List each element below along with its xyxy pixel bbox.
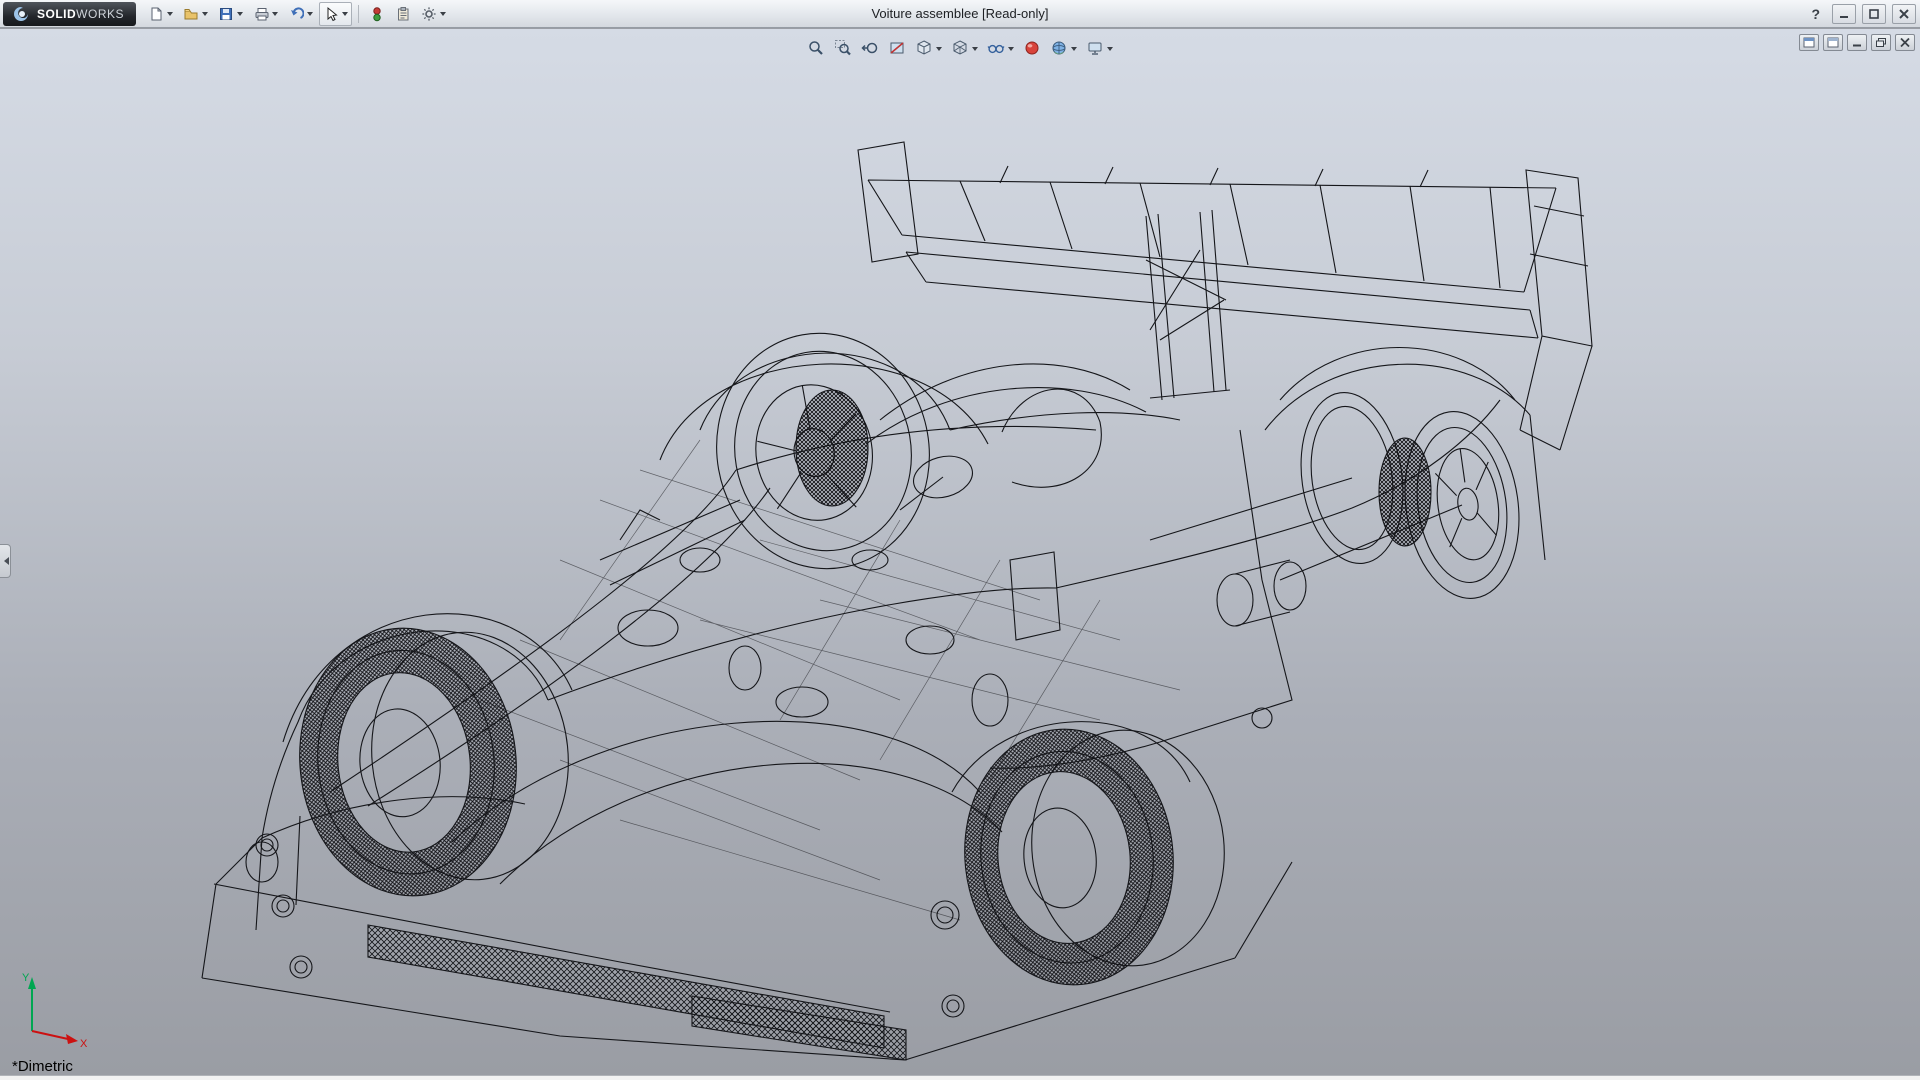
graphics-viewport[interactable]: Y X *Dimetric (0, 29, 1920, 1075)
appearance-ball-icon (1023, 39, 1041, 57)
brand-text-works: WORKS (76, 7, 124, 21)
options-button[interactable] (417, 2, 450, 26)
view-settings-button[interactable] (1082, 36, 1117, 60)
title-bar: SOLIDWORKS (0, 0, 1920, 28)
new-document-icon (148, 6, 164, 22)
orientation-triad: Y X (16, 969, 96, 1049)
printer-icon (253, 6, 269, 22)
chevron-down-icon (1008, 47, 1014, 54)
maximize-icon (1868, 8, 1880, 20)
wireframe-model[interactable] (0, 29, 1920, 1075)
select-cursor-icon (323, 6, 339, 22)
wing-struts (1146, 210, 1230, 400)
chevron-down-icon (167, 12, 173, 19)
hide-show-items-button[interactable] (983, 36, 1018, 60)
undo-arrow-icon (288, 6, 304, 22)
save-floppy-icon (218, 6, 234, 22)
front-right-brake-disc (796, 390, 868, 506)
menu-toolbar (144, 2, 450, 26)
chevron-down-icon (440, 12, 446, 19)
view-orientation-label: *Dimetric (12, 1058, 73, 1075)
brand-text-solid: SOLID (37, 7, 76, 21)
close-icon (1898, 8, 1910, 20)
chassis-lines (480, 440, 1180, 920)
apply-scene-button[interactable] (1046, 36, 1081, 60)
status-bar (0, 1075, 1920, 1080)
x-axis-label: X (80, 1038, 88, 1049)
chevron-down-icon (342, 12, 348, 19)
x-axis-arrowhead (66, 1034, 78, 1044)
help-button[interactable]: ? (1805, 6, 1826, 22)
minimize-window-button[interactable] (1847, 34, 1867, 51)
close-button[interactable] (1892, 4, 1916, 24)
rear-wing (858, 142, 1592, 450)
previous-window-button[interactable] (1799, 34, 1819, 51)
chevron-left-icon (0, 557, 9, 565)
display-style-button[interactable] (947, 36, 982, 60)
chevron-down-icon (272, 12, 278, 19)
print-button[interactable] (249, 2, 282, 26)
3ds-swirl-icon (11, 5, 31, 23)
view-orientation-button[interactable] (911, 36, 946, 60)
rear-right-wheels (1240, 348, 1545, 606)
edit-color-button[interactable] (365, 2, 389, 26)
chevron-down-icon (1107, 47, 1113, 54)
restore-window-button[interactable] (1871, 34, 1891, 51)
clipboard-icon (395, 6, 411, 22)
scene-globe-icon (1050, 39, 1068, 57)
display-style-cube-icon (951, 39, 969, 57)
zoom-to-area-icon (834, 39, 852, 57)
heads-up-toolbar (797, 34, 1123, 62)
monitor-icon (1086, 39, 1104, 57)
next-window-icon (1827, 37, 1839, 48)
chevron-down-icon (307, 12, 313, 19)
edit-appearance-button[interactable] (1019, 36, 1045, 60)
document-window-controls (1799, 34, 1915, 51)
y-axis-label: Y (22, 972, 30, 984)
chevron-down-icon (972, 47, 978, 54)
minimize-button[interactable] (1832, 4, 1856, 24)
rear-left-wheel (952, 719, 1236, 995)
select-button[interactable] (319, 2, 352, 26)
previous-window-icon (1803, 37, 1815, 48)
zoom-to-fit-icon (807, 39, 825, 57)
previous-view-button[interactable] (857, 36, 883, 60)
gear-icon (421, 6, 437, 22)
view-orientation-cube-icon (915, 39, 933, 57)
previous-view-icon (861, 39, 879, 57)
chevron-down-icon (1071, 47, 1077, 54)
new-button[interactable] (144, 2, 177, 26)
undo-button[interactable] (284, 2, 317, 26)
open-folder-icon (183, 6, 199, 22)
front-left-wheel (287, 617, 581, 906)
radiator-bands (368, 925, 906, 1060)
properties-button[interactable] (391, 2, 415, 26)
edit-color-icon (369, 6, 385, 22)
toolbar-separator (358, 5, 359, 23)
close-window-icon (1899, 37, 1911, 48)
zoom-to-fit-button[interactable] (803, 36, 829, 60)
glasses-icon (987, 39, 1005, 57)
maximize-button[interactable] (1862, 4, 1886, 24)
minimize-icon (1838, 8, 1850, 20)
window-controls: ? (1805, 0, 1916, 28)
zoom-to-area-button[interactable] (830, 36, 856, 60)
featuremanager-collapsed-tab[interactable] (0, 544, 11, 578)
save-button[interactable] (214, 2, 247, 26)
restore-window-icon (1875, 37, 1887, 48)
close-window-button[interactable] (1895, 34, 1915, 51)
solidworks-logo: SOLIDWORKS (3, 2, 136, 26)
chevron-down-icon (237, 12, 243, 19)
x-axis-arrow (32, 1031, 68, 1039)
minimize-window-icon (1851, 37, 1863, 48)
document-title: Voiture assemblee [Read-only] (871, 0, 1048, 28)
next-window-button[interactable] (1823, 34, 1843, 51)
section-view-button[interactable] (884, 36, 910, 60)
section-view-icon (888, 39, 906, 57)
cockpit (620, 364, 1146, 540)
open-button[interactable] (179, 2, 212, 26)
chevron-down-icon (202, 12, 208, 19)
chevron-down-icon (936, 47, 942, 54)
solidworks-window: SOLIDWORKS (0, 0, 1920, 1080)
